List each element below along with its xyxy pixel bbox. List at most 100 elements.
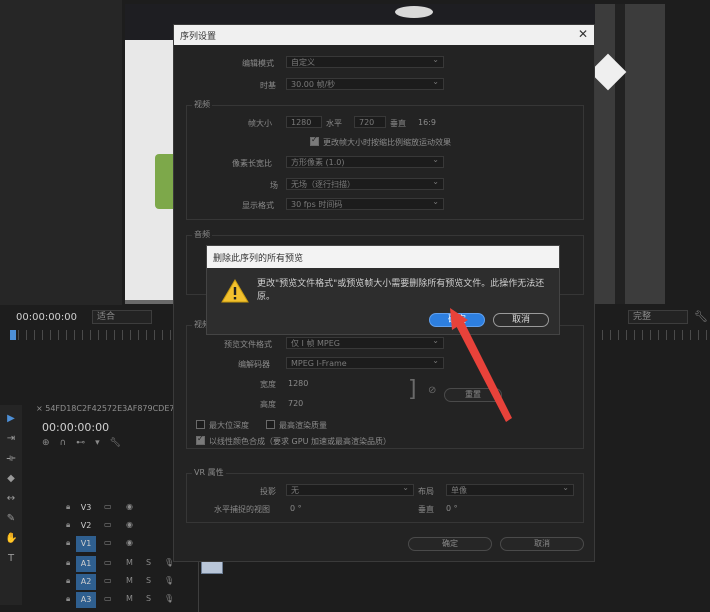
track-select-tool-icon[interactable]: ⇥ [5,433,17,445]
annotation-arrow-icon [450,308,512,422]
mute-button[interactable]: M [126,558,133,567]
razor-tool-icon[interactable]: ◆ [5,473,17,485]
lock-icon[interactable]: 🔒︎ [66,576,70,586]
marker-icon[interactable]: ▾ [95,438,110,448]
pixel-aspect-select[interactable]: 方形像素 (1.0) [286,154,444,168]
scale-motion-label: 更改帧大小时按缩比例缩放运动效果 [323,138,451,147]
eye-icon[interactable]: ◉ [126,520,133,529]
solo-button[interactable]: S [146,558,151,567]
sync-icon[interactable]: ▭ [104,576,112,585]
max-render-quality-checkbox[interactable] [266,420,275,429]
sync-icon[interactable]: ▭ [104,502,112,511]
sync-icon[interactable]: ▭ [104,558,112,567]
timeline-sequence-tab[interactable]: × 54FD18C2F42572E3AF879CDE787 [36,404,185,413]
audio-section-label: 音频 [192,229,212,240]
video-door-frame [615,4,625,304]
layout-select[interactable]: 单像 [446,482,574,496]
link-bracket-icon: ] [408,377,417,402]
pixel-aspect-label: 像素长宽比 [232,159,272,168]
selection-tool-icon[interactable]: ▶ [5,413,17,425]
projection-label: 投影 [260,487,276,496]
vr-group [186,473,584,523]
scale-motion-checkbox[interactable] [310,135,319,146]
max-bit-depth-checkbox[interactable] [196,420,205,429]
alert-titlebar: 删除此序列的所有预览 [207,246,559,268]
video-section-label: 视频 [192,99,212,110]
eye-icon[interactable]: ◉ [126,502,133,511]
snap-icon[interactable]: ∩ [60,438,77,448]
mute-button[interactable]: M [126,576,133,585]
width-value[interactable]: 1280 [288,379,308,388]
vr-section-label: VR 属性 [192,467,226,478]
layout-label: 布局 [418,487,434,496]
sequence-ok-button[interactable]: 确定 [408,537,492,551]
wrench-icon[interactable]: 🔧︎ [694,310,708,323]
aspect-ratio-text: 16:9 [418,118,436,127]
warning-icon [221,279,249,303]
edit-mode-select[interactable]: 自定义 [286,54,444,68]
sync-icon[interactable]: ▭ [104,538,112,547]
preview-format-label: 预览文件格式 [224,340,272,349]
sync-icon[interactable]: ▭ [104,520,112,529]
track-name[interactable]: V2 [76,518,96,534]
lock-icon[interactable]: 🔒︎ [66,502,70,512]
track-name[interactable]: A2 [76,574,96,590]
lock-icon[interactable]: 🔒︎ [66,520,70,530]
timebase-label: 时基 [260,81,276,90]
v-view-value[interactable]: 0 ° [446,504,458,513]
lock-icon[interactable]: 🔒︎ [66,538,70,548]
settings-wrench-icon[interactable]: 🔧︎ [110,438,131,448]
nest-icon[interactable]: ⊕ [42,438,60,448]
monitor-playhead[interactable] [10,330,16,340]
mic-icon[interactable]: 🎙︎ [164,576,174,585]
linked-icon[interactable]: ⊷ [76,438,95,448]
mic-icon[interactable]: 🎙︎ [164,594,174,603]
eye-icon[interactable]: ◉ [126,538,133,547]
v-view-label: 垂直 [418,505,434,514]
video-glass-door [595,4,665,304]
h-view-value[interactable]: 0 ° [290,504,302,513]
timebase-select[interactable]: 30.00 帧/秒 [286,76,444,90]
frame-width-input[interactable]: 1280 [286,116,322,128]
zoom-level-select[interactable]: 适合 [92,310,152,324]
track-name[interactable]: A3 [76,592,96,608]
close-icon[interactable]: ✕ [578,27,588,41]
track-name[interactable]: A1 [76,556,96,572]
height-value[interactable]: 720 [288,399,303,408]
mute-button[interactable]: M [126,594,133,603]
display-format-label: 显示格式 [242,201,274,210]
track-row-a3[interactable]: 🔒︎ A3 ▭ M S 🎙︎ [30,592,198,608]
type-tool-icon[interactable]: T [5,553,17,565]
ripple-edit-tool-icon[interactable]: ⟛ [5,453,17,465]
tools-panel: ▶ ⇥ ⟛ ◆ ↔ ✎ ✋ T [0,405,22,605]
codec-label: 编解码器 [238,360,270,369]
projection-select[interactable]: 无 [286,482,414,496]
codec-select[interactable]: MPEG I-Frame [286,355,444,369]
field-select[interactable]: 无场（逐行扫描） [286,176,444,190]
frame-height-input[interactable]: 720 [354,116,386,128]
dialog-title: 序列设置 [180,32,217,42]
linear-color-checkbox[interactable] [196,434,205,445]
h-view-label: 水平捕捉的视图 [214,505,270,514]
sequence-cancel-button[interactable]: 取消 [500,537,584,551]
chain-link-icon[interactable]: ⊘ [428,385,436,396]
track-row-a2[interactable]: 🔒︎ A2 ▭ M S 🎙︎ [30,574,198,590]
resolution-select[interactable]: 完整 [628,310,688,324]
solo-button[interactable]: S [146,576,151,585]
preview-format-select[interactable]: 仅 I 帧 MPEG [286,335,444,349]
pen-tool-icon[interactable]: ✎ [5,513,17,525]
track-name[interactable]: V3 [76,500,96,516]
track-name[interactable]: V1 [76,536,96,552]
lock-icon[interactable]: 🔒︎ [66,594,70,604]
source-panel [0,0,122,305]
timeline-timecode[interactable]: 00:00:00:00 [42,421,109,434]
solo-button[interactable]: S [146,594,151,603]
display-format-select[interactable]: 30 fps 时间码 [286,196,444,210]
program-timecode[interactable]: 00:00:00:00 [16,312,77,323]
sync-icon[interactable]: ▭ [104,594,112,603]
alert-title: 删除此序列的所有预览 [213,254,304,264]
max-render-quality-label: 最高渲染质量 [279,421,327,430]
slip-tool-icon[interactable]: ↔ [5,493,17,505]
lock-icon[interactable]: 🔒︎ [66,558,70,568]
hand-tool-icon[interactable]: ✋ [5,533,17,545]
